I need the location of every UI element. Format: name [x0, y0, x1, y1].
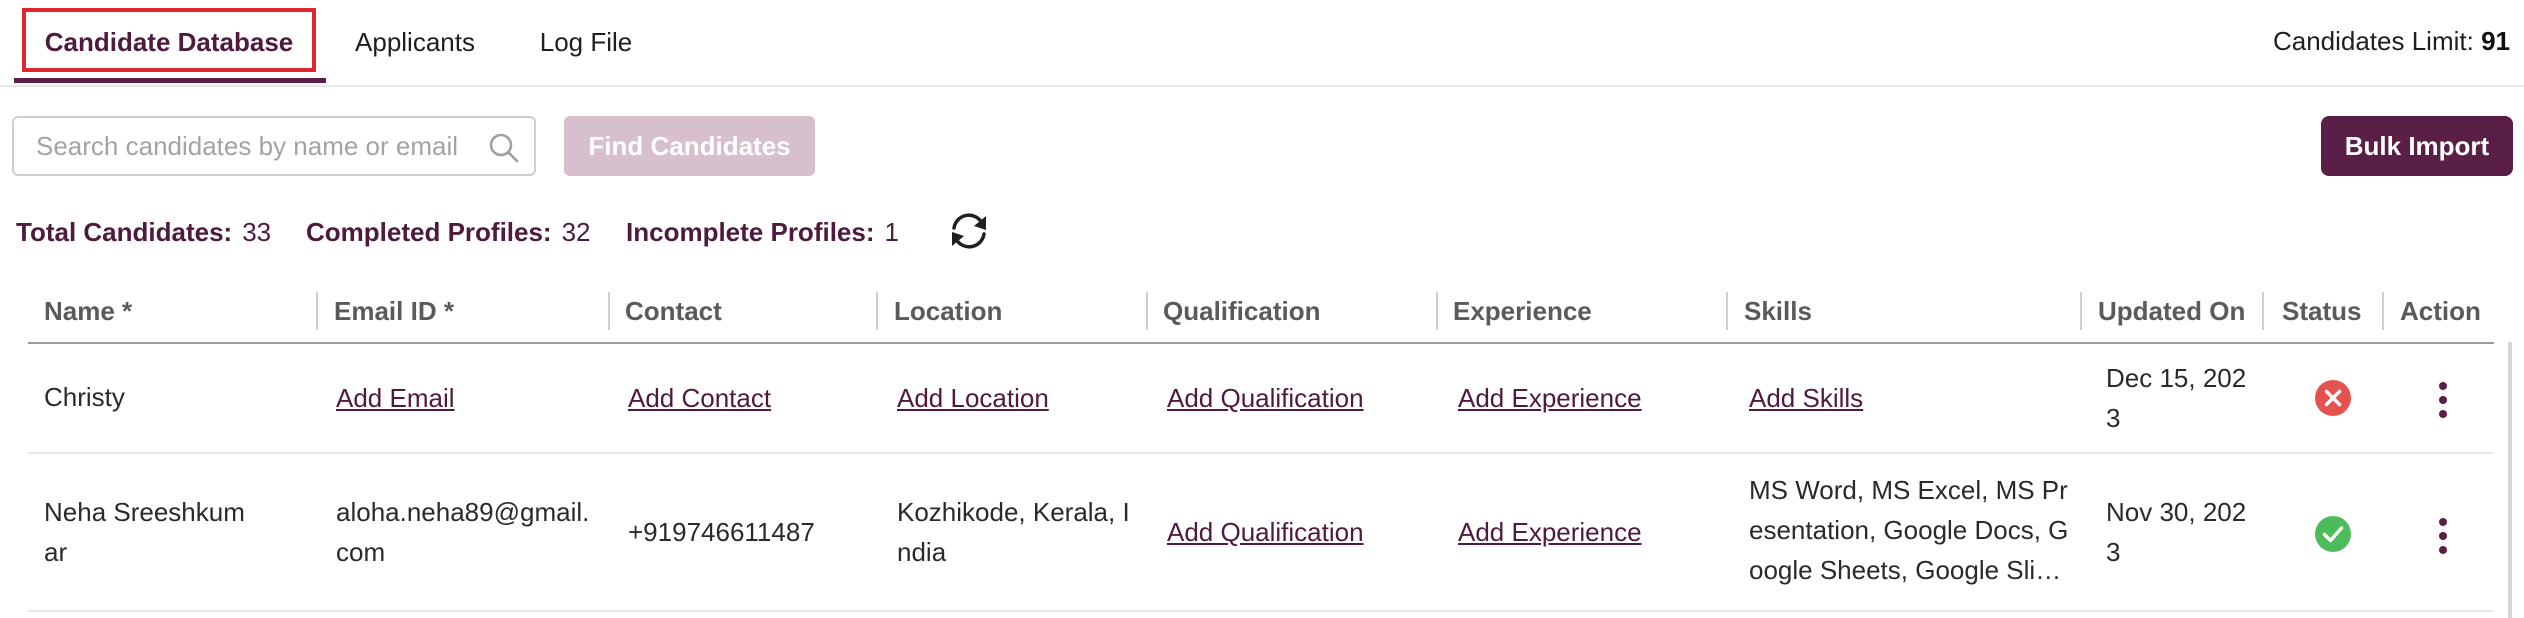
stat-completed-label: Completed Profiles:	[306, 216, 552, 247]
incomplete-status-icon	[2315, 380, 2351, 416]
col-header-experience[interactable]: Experience	[1453, 280, 1592, 342]
stat-total: Total Candidates: 33	[16, 214, 271, 250]
cell-email: aloha.neha89@gmail. com	[336, 492, 589, 572]
bulk-import-label: Bulk Import	[2344, 130, 2490, 161]
email-line: com	[336, 537, 386, 567]
column-divider	[1146, 292, 1148, 330]
add-experience-link[interactable]: Add Experience	[1458, 512, 1642, 552]
search-input[interactable]	[34, 129, 478, 163]
add-experience-link[interactable]: Add Experience	[1458, 378, 1642, 418]
updated-on-line: 3	[2106, 403, 2121, 433]
column-divider	[2080, 292, 2082, 330]
tab-applicants[interactable]: Applicants	[340, 0, 490, 85]
stat-incomplete: Incomplete Profiles: 1	[626, 214, 899, 250]
candidates-limit: Candidates Limit: 91	[2273, 26, 2510, 57]
kebab-menu-icon[interactable]	[2436, 518, 2450, 558]
cell-updated-on: Dec 15, 202 3	[2106, 358, 2246, 438]
kebab-menu-icon[interactable]	[2436, 382, 2450, 422]
column-divider	[2262, 292, 2264, 330]
table-header: Name * Email ID * Contact Location Quali…	[28, 280, 2494, 344]
active-tab-underline	[14, 78, 326, 83]
updated-on-line: Dec 15, 202	[2106, 363, 2247, 393]
tab-label: Applicants	[355, 27, 475, 57]
stat-incomplete-value: 1	[884, 216, 899, 247]
find-candidates-button[interactable]: Find Candidates	[564, 116, 815, 176]
find-candidates-label: Find Candidates	[588, 130, 791, 161]
col-header-updated-on[interactable]: Updated On	[2098, 280, 2245, 342]
col-header-location[interactable]: Location	[894, 280, 1002, 342]
add-email-link[interactable]: Add Email	[336, 378, 455, 418]
location-line: Kozhikode, Kerala, I	[897, 497, 1130, 527]
table-row[interactable]: Neha Sreeshkum ar aloha.neha89@gmail. co…	[28, 452, 2494, 612]
column-divider	[316, 292, 318, 330]
cell-skills: MS Word, MS Excel, MS Pr esentation, Goo…	[1749, 470, 2068, 590]
refresh-icon[interactable]	[944, 208, 994, 254]
name-line: ar	[44, 537, 68, 567]
stat-total-value: 33	[242, 216, 272, 247]
stat-completed: Completed Profiles: 32	[306, 214, 591, 250]
add-qualification-link[interactable]: Add Qualification	[1167, 378, 1364, 418]
cell-name: Christy	[44, 377, 125, 417]
add-location-link[interactable]: Add Location	[897, 378, 1049, 418]
stat-total-label: Total Candidates:	[16, 216, 233, 247]
email-line: aloha.neha89@gmail.	[336, 497, 590, 527]
name-line: Neha Sreeshkum	[44, 497, 245, 527]
search-icon[interactable]	[488, 132, 520, 164]
tab-log-file[interactable]: Log File	[526, 0, 646, 85]
updated-on-line: Nov 30, 202	[2106, 497, 2247, 527]
updated-on-line: 3	[2106, 537, 2121, 567]
skills-line: MS Word, MS Excel, MS Pr	[1749, 475, 2068, 505]
col-header-status[interactable]: Status	[2282, 280, 2361, 342]
column-divider	[1436, 292, 1438, 330]
col-header-action: Action	[2400, 295, 2481, 326]
col-header-qualification[interactable]: Qualification	[1163, 280, 1320, 342]
add-skills-link[interactable]: Add Skills	[1749, 378, 1863, 418]
candidates-limit-value: 91	[2481, 26, 2510, 56]
column-divider	[1726, 292, 1728, 330]
vertical-scrollbar[interactable]	[2508, 342, 2512, 618]
col-header-name[interactable]: Name *	[44, 280, 132, 342]
complete-status-icon	[2315, 516, 2351, 552]
col-header-email[interactable]: Email ID *	[334, 280, 454, 342]
tab-bar: Candidate Database Applicants Log File C…	[0, 0, 2524, 87]
active-tab-highlight	[22, 8, 316, 72]
contact-line: +919746611487	[628, 517, 815, 547]
col-header-contact[interactable]: Contact	[625, 280, 722, 342]
name-line: Christy	[44, 382, 125, 412]
column-divider	[876, 292, 878, 330]
cell-updated-on: Nov 30, 202 3	[2106, 492, 2246, 572]
cell-location: Kozhikode, Kerala, I ndia	[897, 492, 1130, 572]
stat-completed-value: 32	[561, 216, 591, 247]
col-header-skills[interactable]: Skills	[1744, 280, 1812, 342]
cell-contact: +919746611487	[628, 512, 815, 552]
column-divider	[608, 292, 610, 330]
tab-label: Log File	[539, 27, 633, 57]
bulk-import-button[interactable]: Bulk Import	[2321, 116, 2513, 176]
column-divider	[2382, 292, 2384, 330]
add-qualification-link[interactable]: Add Qualification	[1167, 512, 1364, 552]
location-line: ndia	[897, 537, 947, 567]
cell-name: Neha Sreeshkum ar	[44, 492, 245, 572]
add-contact-link[interactable]: Add Contact	[628, 378, 771, 418]
table-row[interactable]: Christy Add Email Add Contact Add Locati…	[28, 342, 2494, 454]
stat-incomplete-label: Incomplete Profiles:	[626, 216, 875, 247]
search-box	[12, 116, 536, 176]
skills-line: oogle Sheets, Google Sli…	[1749, 555, 2062, 585]
skills-line: esentation, Google Docs, G	[1749, 515, 2069, 545]
candidates-limit-label: Candidates Limit:	[2272, 26, 2474, 56]
